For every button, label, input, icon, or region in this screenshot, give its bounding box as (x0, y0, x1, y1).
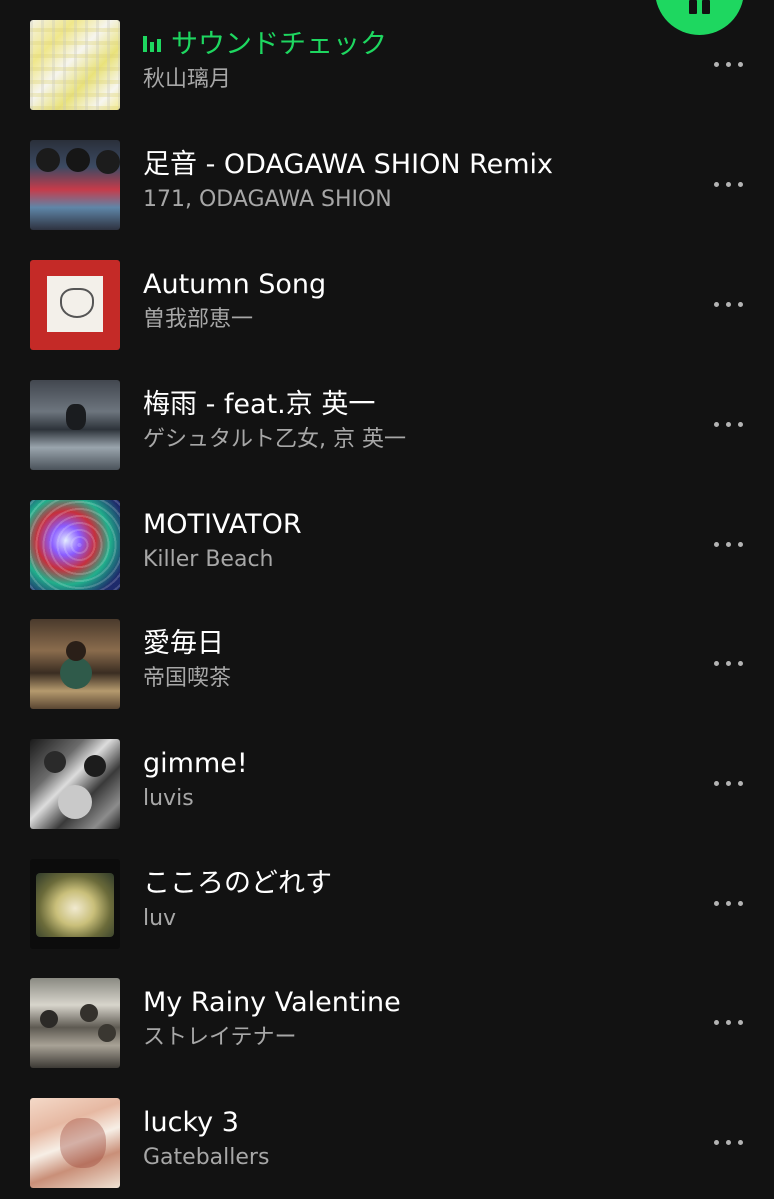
more-options-button[interactable] (706, 889, 752, 917)
track-row[interactable]: lucky 3 Gateballers (0, 1078, 774, 1198)
track-artist: ゲシュタルト乙女, 京 英一 (143, 427, 406, 452)
track-row[interactable]: サウンドチェック 秋山璃月 (0, 0, 774, 120)
track-row[interactable]: 梅雨 - feat.京 英一 ゲシュタルト乙女, 京 英一 (0, 360, 774, 480)
album-cover (30, 1098, 120, 1188)
album-cover (30, 500, 120, 590)
more-horizontal-icon (714, 62, 719, 67)
track-title-text: サウンドチェック (171, 29, 387, 60)
track-title: こころのどれす (143, 868, 332, 899)
more-options-button[interactable] (706, 1128, 752, 1156)
track-artist: Killer Beach (143, 547, 274, 572)
more-horizontal-icon (714, 781, 719, 786)
track-artist: ストレイテナー (143, 1025, 297, 1050)
track-title: MOTIVATOR (143, 509, 302, 540)
track-artist: luvis (143, 786, 194, 811)
more-horizontal-icon (714, 901, 719, 906)
album-cover (30, 140, 120, 230)
equalizer-icon (143, 36, 161, 52)
track-title: My Rainy Valentine (143, 987, 401, 1018)
track-title: 足音 - ODAGAWA SHION Remix (143, 149, 554, 180)
album-cover (30, 260, 120, 350)
track-row[interactable]: MOTIVATOR Killer Beach (0, 480, 774, 600)
track-artist: 171, ODAGAWA SHION (143, 187, 392, 212)
track-row[interactable]: My Rainy Valentine ストレイテナー (0, 958, 774, 1078)
track-title: 梅雨 - feat.京 英一 (143, 389, 376, 420)
more-options-button[interactable] (706, 769, 752, 797)
track-title: gimme! (143, 748, 248, 779)
more-options-button[interactable] (706, 170, 752, 198)
track-artist: 帝国喫茶 (143, 666, 232, 691)
track-row[interactable]: 愛毎日 帝国喫茶 (0, 599, 774, 719)
track-row[interactable]: こころのどれす luv (0, 839, 774, 959)
more-horizontal-icon (714, 1020, 719, 1025)
album-cover (30, 739, 120, 829)
track-title: 愛毎日 (143, 628, 224, 659)
more-horizontal-icon (714, 302, 719, 307)
more-options-button[interactable] (706, 410, 752, 438)
more-options-button[interactable] (706, 1008, 752, 1036)
track-row[interactable]: gimme! luvis (0, 719, 774, 839)
more-options-button[interactable] (706, 649, 752, 677)
track-title-now-playing: サウンドチェック (143, 28, 387, 62)
album-cover (30, 380, 120, 470)
track-artist: 秋山璃月 (143, 67, 232, 92)
track-title: Autumn Song (143, 269, 327, 300)
track-row[interactable]: Autumn Song 曽我部恵一 (0, 240, 774, 360)
more-horizontal-icon (714, 422, 719, 427)
album-cover (30, 20, 120, 110)
track-artist: 曽我部恵一 (143, 307, 254, 332)
more-horizontal-icon (714, 182, 719, 187)
track-artist: Gateballers (143, 1145, 270, 1170)
more-horizontal-icon (714, 542, 719, 547)
more-horizontal-icon (714, 661, 719, 666)
more-options-button[interactable] (706, 290, 752, 318)
album-cover (30, 859, 120, 949)
more-options-button[interactable] (706, 50, 752, 78)
album-cover (30, 978, 120, 1068)
album-cover (30, 619, 120, 709)
track-artist: luv (143, 906, 177, 931)
more-options-button[interactable] (706, 530, 752, 558)
more-horizontal-icon (714, 1140, 719, 1145)
track-row[interactable]: 足音 - ODAGAWA SHION Remix 171, ODAGAWA SH… (0, 120, 774, 240)
track-title: lucky 3 (143, 1107, 239, 1138)
